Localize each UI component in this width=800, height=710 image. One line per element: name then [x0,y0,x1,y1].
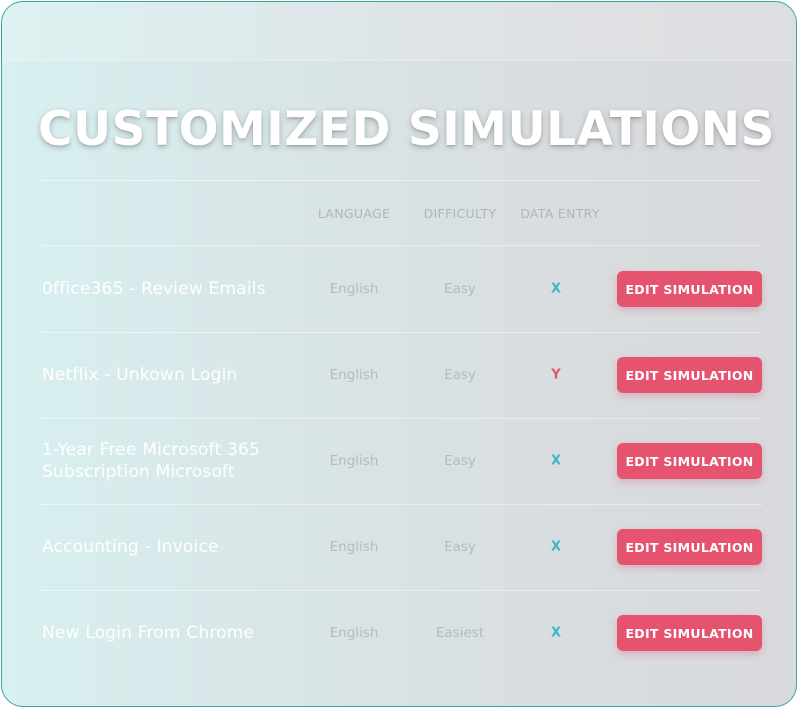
table-row: Netflix - Unkown Login English Easy Y ED… [2,332,796,418]
column-header-language: LANGUAGE [317,206,391,221]
column-header-data-entry: DATA ENTRY [520,206,600,221]
edit-simulation-button[interactable]: EDIT SIMULATION [617,357,762,393]
simulation-language: English [329,453,379,469]
header-divider [38,180,762,181]
simulation-name: Netflix - Unkown Login [42,365,238,385]
edit-simulation-button[interactable]: EDIT SIMULATION [617,615,762,651]
table-row: 0ffice365 - Review Emails English Easy X… [2,246,796,332]
simulations-panel: CUSTOMIZED SIMULATIONS LANGUAGE DIFFICUL… [1,1,797,707]
edit-simulation-button[interactable]: EDIT SIMULATION [617,529,762,565]
simulation-language: English [329,625,379,641]
edit-simulation-button[interactable]: EDIT SIMULATION [617,443,762,479]
edit-simulation-button[interactable]: EDIT SIMULATION [617,271,762,307]
simulation-data-entry: X [550,625,562,641]
simulation-difficulty: Easiest [435,625,485,641]
simulation-difficulty: Easy [444,367,476,383]
simulation-name: 0ffice365 - Review Emails [42,279,266,299]
page-title: CUSTOMIZED SIMULATIONS [38,102,775,157]
simulation-difficulty: Easy [444,453,476,469]
simulation-name: New Login From Chrome [42,623,255,643]
table-row: Accounting - Invoice English Easy X EDIT… [2,504,796,590]
simulation-data-entry: X [550,281,562,297]
simulation-language: English [329,281,379,297]
simulation-data-entry: Y [551,367,561,383]
simulation-difficulty: Easy [444,281,476,297]
column-header-difficulty: DIFFICULTY [423,206,497,221]
simulation-difficulty: Easy [444,539,476,555]
simulation-data-entry: X [550,453,562,469]
table-row: 1-Year Free Microsoft 365 Subscription M… [2,418,796,504]
simulation-data-entry: X [550,539,562,555]
simulation-name: Accounting - Invoice [42,537,219,557]
simulation-name: 1-Year Free Microsoft 365 Subscription M… [42,440,261,482]
simulation-language: English [329,539,379,555]
simulation-language: English [329,367,379,383]
table-row: New Login From Chrome English Easiest X … [2,590,796,676]
